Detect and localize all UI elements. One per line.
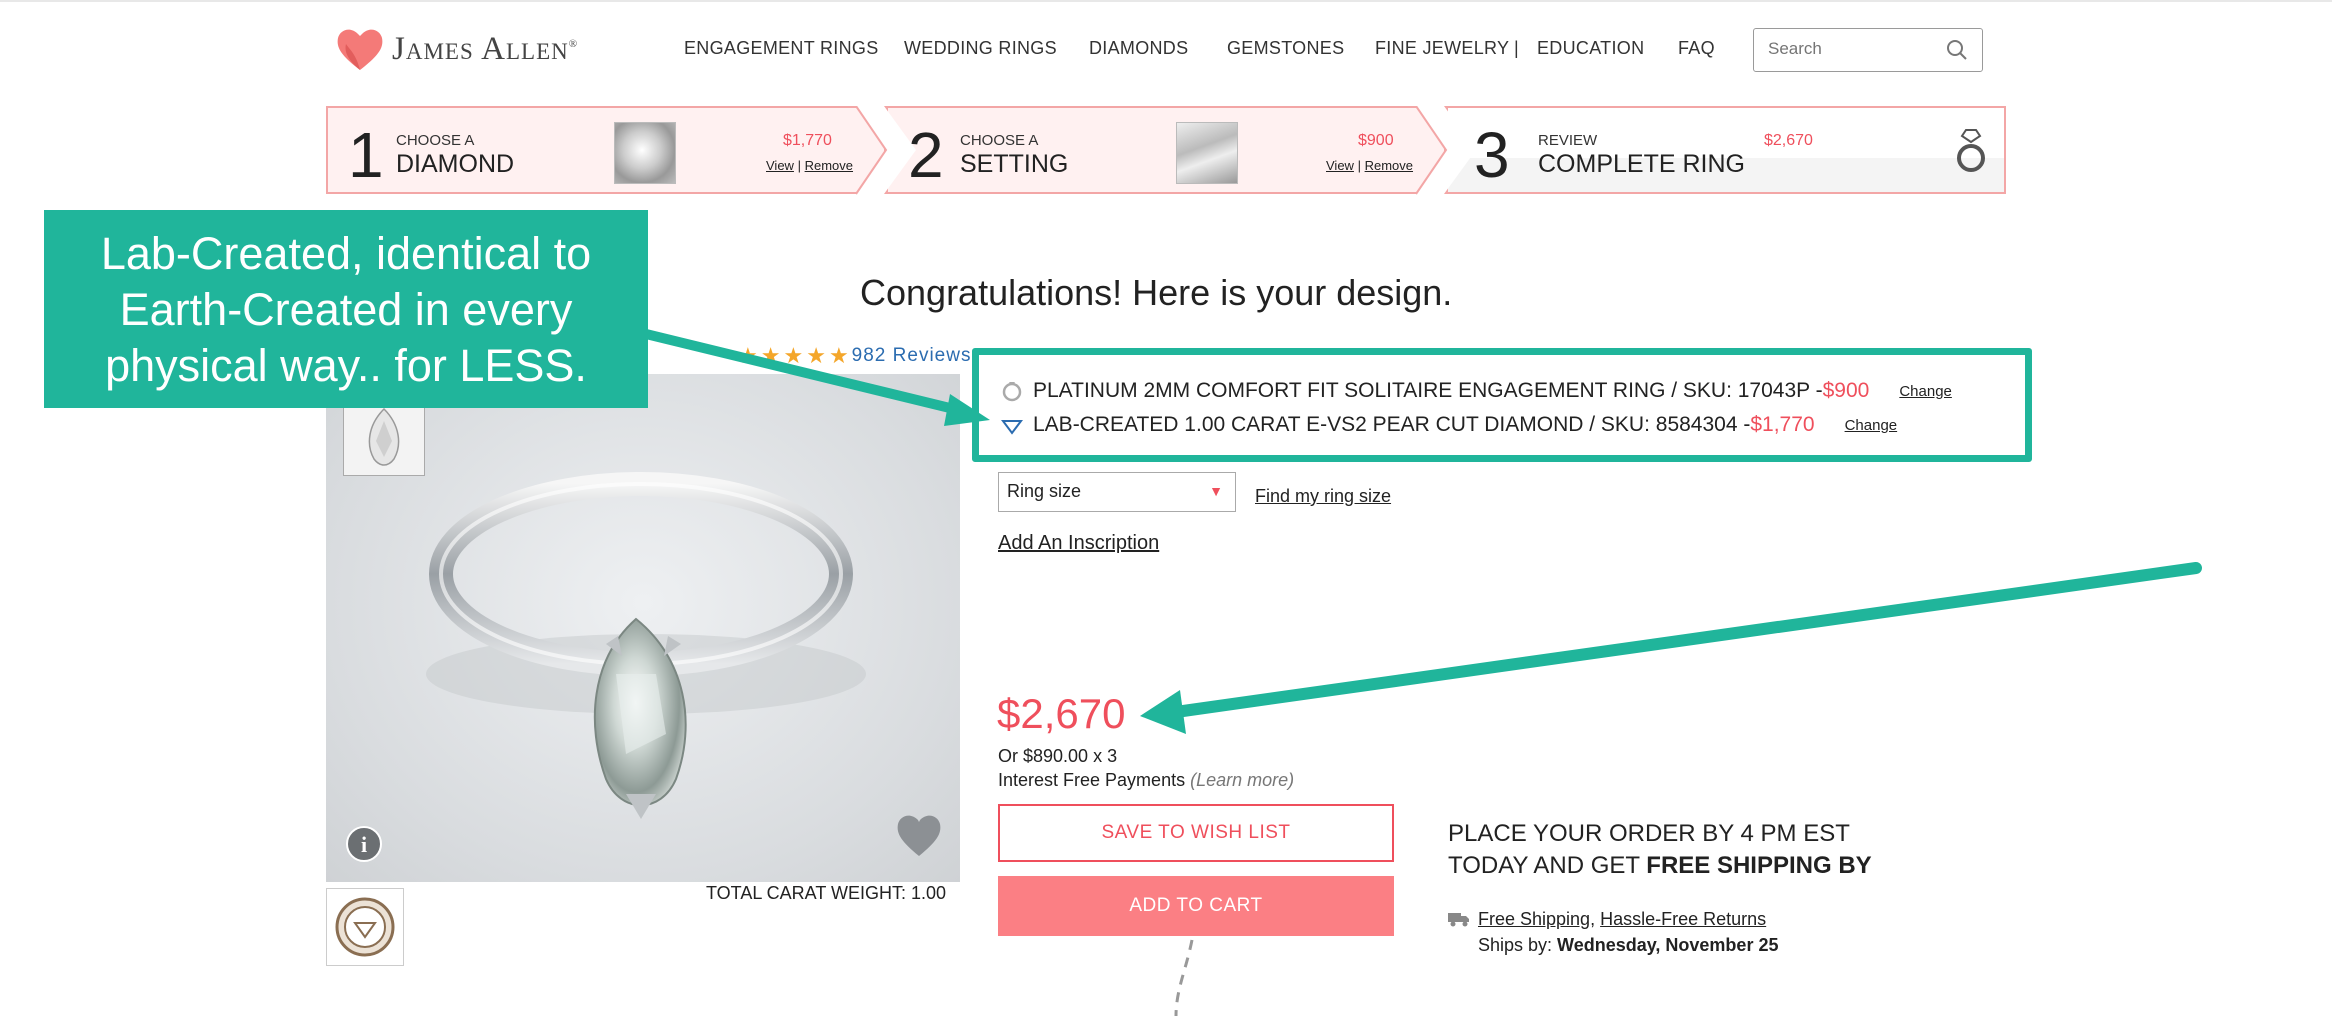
nav-wedding-rings[interactable]: WEDDING RINGS [904,38,1057,59]
star-icon: ★ [738,343,759,368]
star-icon: ★ [806,343,827,368]
order-deadline: PLACE YOUR ORDER BY 4 PM EST TODAY AND G… [1448,820,1872,879]
nav-faq[interactable]: FAQ [1678,38,1715,59]
price-arrow [1140,562,2202,734]
certificate-thumbnail[interactable] [326,888,404,966]
svg-text:i: i [361,832,367,857]
ring-size-select[interactable]: Ring size ▼ [998,472,1236,512]
star-icon: ★ [828,343,850,368]
top-border [0,0,2332,2]
search-icon[interactable] [1946,39,1968,61]
diamond-selection-price: $1,770 [1750,413,1815,436]
heart-logo-icon [337,29,383,70]
hassle-free-returns-link[interactable]: Hassle-Free Returns [1600,906,1766,932]
dropdown-arrow-icon: ▼ [1209,483,1223,499]
selection-highlight-box: PLATINUM 2MM COMFORT FIT SOLITAIRE ENGAG… [972,348,2032,462]
ring-selection-text: PLATINUM 2MM COMFORT FIT SOLITAIRE ENGAG… [1033,379,1823,402]
progress-steps: 1 CHOOSE A DIAMOND $1,770 View | Remove … [326,106,2006,198]
info-icon[interactable]: i [344,824,384,864]
total-price: $2,670 [997,690,1126,737]
add-inscription-link[interactable]: Add An Inscription [998,532,1159,555]
interest-free-payments: Interest Free Payments (Learn more) [998,770,1295,790]
nav-gemstones[interactable]: GEMSTONES [1227,38,1344,59]
truck-icon [1448,913,1469,927]
nav-diamonds[interactable]: DIAMONDS [1089,38,1188,59]
ring-size-label: Ring size [1007,481,1082,501]
search-input[interactable] [1766,38,1930,60]
change-diamond-link[interactable]: Change [1845,417,1898,434]
installment-price: Or $890.00 x 3 [998,746,1118,766]
search-box[interactable] [1753,28,1983,72]
annotation-callout: Lab-Created, identical to Earth-Created … [44,210,648,408]
ships-by: Ships by: Wednesday, November 25 [1478,935,1779,955]
page-title: Congratulations! Here is your design. [860,272,1453,313]
wishlist-heart-icon[interactable] [892,810,946,860]
shipping-info: Free Shipping, Hassle-Free Returns Ships… [1448,906,1778,958]
logo-text: James Allen® [392,30,579,67]
star-icon: ★ [760,343,782,368]
reviews-count[interactable]: 982 Reviews [852,345,972,367]
reviews[interactable]: ★ ★ ★ ★ ★ 982 Reviews [738,343,971,369]
ring-outline-icon [1002,382,1022,402]
add-to-cart-button[interactable]: ADD TO CART [998,876,1394,936]
diamond-thumbnail-small[interactable] [343,400,425,476]
certificate-badge-icon [335,897,395,957]
dashed-connector [1174,939,1194,1016]
find-ring-size-link[interactable]: Find my ring size [1255,486,1391,507]
free-shipping-link[interactable]: Free Shipping [1478,906,1590,932]
logo[interactable]: James Allen® [334,24,578,74]
diamond-selection-text: LAB-CREATED 1.00 CARAT E-VS2 PEAR CUT DI… [1033,413,1751,436]
learn-more-link[interactable]: (Learn more) [1190,770,1294,790]
nav-education[interactable]: EDUCATION [1537,38,1644,59]
ring-selection-price: $900 [1822,379,1870,402]
save-to-wish-list-button[interactable]: SAVE TO WISH LIST [998,804,1394,862]
star-icon: ★ [783,343,805,368]
nav-engagement-rings[interactable]: ENGAGEMENT RINGS [684,38,879,59]
total-carat-weight: TOTAL CARAT WEIGHT: 1.00 [706,883,947,903]
change-ring-link[interactable]: Change [1899,383,1952,400]
nav-divider: | [1514,38,1519,58]
pear-diamond-icon [368,407,400,466]
step-chevrons [855,106,1476,195]
diamond-selection-row: LAB-CREATED 1.00 CARAT E-VS2 PEAR CUT DI… [1001,413,1897,437]
nav-fine-jewelry[interactable]: FINE JEWELRY [1375,38,1509,59]
ring-selection-row: PLATINUM 2MM COMFORT FIT SOLITAIRE ENGAG… [1001,379,1952,403]
diamond-outline-icon [1001,420,1023,435]
